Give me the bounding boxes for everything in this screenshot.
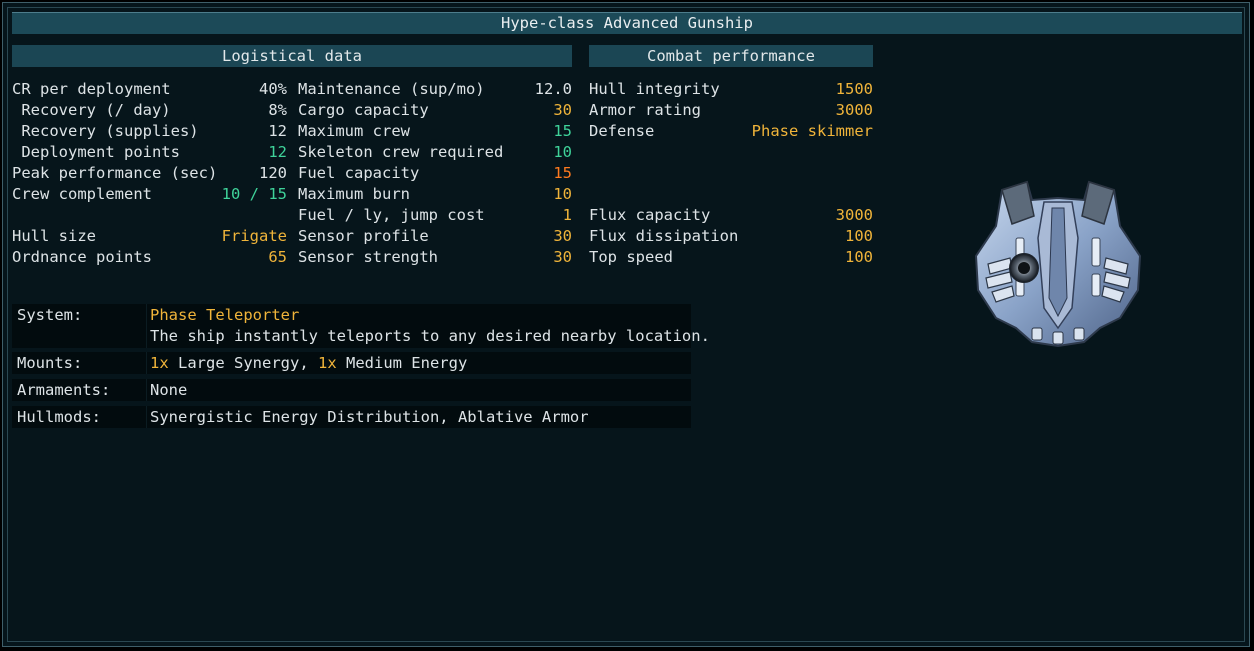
stat-hull-size: Hull size Frigate	[12, 226, 287, 247]
stat-label: Hull size	[12, 227, 96, 245]
stat-value: 10	[553, 185, 572, 203]
hullmods-info-row: Hullmods: Synergistic Energy Distributio…	[12, 406, 691, 428]
stat-value: 120	[259, 164, 287, 182]
stat-top-speed: Top speed 100	[589, 247, 873, 268]
stat-value: 100	[845, 248, 873, 266]
stat-deployment-points: Deployment points 12	[12, 142, 287, 163]
stat-fuel-capacity: Fuel capacity 15	[298, 163, 572, 184]
armaments-info-row: Armaments: None	[12, 379, 691, 401]
stat-ordnance-points: Ordnance points 65	[12, 247, 287, 268]
ship-sprite-image	[974, 180, 1142, 348]
stat-label: Deployment points	[12, 143, 180, 161]
stat-cargo-capacity: Cargo capacity 30	[298, 100, 572, 121]
stat-value: 1	[562, 206, 572, 224]
stat-label: Maintenance (sup/mo)	[298, 80, 485, 98]
logistical-data-header: Logistical data	[12, 45, 572, 67]
stat-label: Fuel / ly, jump cost	[298, 206, 485, 224]
stat-label: Sensor strength	[298, 248, 438, 266]
stat-value: 12	[268, 143, 287, 161]
mounts-info-row: Mounts: 1x Large Synergy, 1x Medium Ener…	[12, 352, 691, 374]
stat-value: 1500	[835, 80, 873, 98]
system-description: The ship instantly teleports to any desi…	[150, 327, 710, 345]
stat-value: 3000	[835, 206, 873, 224]
stat-armor-rating: Armor rating 3000	[589, 100, 873, 121]
stat-label: Recovery (/ day)	[12, 101, 171, 119]
stat-label: Flux dissipation	[589, 227, 739, 245]
stat-label: Sensor profile	[298, 227, 429, 245]
stat-label: Armor rating	[589, 101, 701, 119]
armaments-value: None	[150, 381, 188, 399]
stat-hull-integrity: Hull integrity 1500	[589, 79, 873, 100]
stat-sensor-profile: Sensor profile 30	[298, 226, 572, 247]
mounts-label: Mounts:	[17, 354, 83, 372]
stat-value: 15	[553, 122, 572, 140]
stat-cr-per-deployment: CR per deployment 40%	[12, 79, 287, 100]
hullmods-value: Synergistic Energy Distribution, Ablativ…	[150, 408, 589, 426]
stat-value: Frigate	[221, 227, 287, 245]
stat-crew-complement: Crew complement 10 / 15	[12, 184, 287, 205]
stat-value: 10 / 15	[221, 185, 287, 203]
stat-label: Peak performance (sec)	[12, 164, 218, 182]
system-name: Phase Teleporter	[150, 306, 300, 324]
mounts-value: 1x Large Synergy, 1x Medium Energy	[150, 354, 468, 372]
stat-value: 15	[553, 164, 572, 182]
stat-recovery-day: Recovery (/ day) 8%	[12, 100, 287, 121]
stat-maximum-burn: Maximum burn 10	[298, 184, 572, 205]
stat-label: Crew complement	[12, 185, 152, 203]
stat-value: 30	[553, 101, 572, 119]
stat-sensor-strength: Sensor strength 30	[298, 247, 572, 268]
stat-flux-capacity: Flux capacity 3000	[589, 205, 873, 226]
stat-label: CR per deployment	[12, 80, 171, 98]
stat-value: 12	[268, 122, 287, 140]
stat-label: Maximum burn	[298, 185, 410, 203]
stat-value: 100	[845, 227, 873, 245]
combat-performance-header: Combat performance	[589, 45, 873, 67]
stat-value: 40%	[259, 80, 287, 98]
hullmods-label: Hullmods:	[17, 408, 101, 426]
stat-value: 30	[553, 248, 572, 266]
stat-skeleton-crew: Skeleton crew required 10	[298, 142, 572, 163]
stat-label: Maximum crew	[298, 122, 410, 140]
stat-value: Phase skimmer	[751, 122, 873, 140]
system-label: System:	[17, 306, 83, 324]
stat-label: Flux capacity	[589, 206, 711, 224]
stat-value: 8%	[268, 101, 287, 119]
stat-label: Top speed	[589, 248, 673, 266]
system-info-row: System: Phase Teleporter The ship instan…	[12, 304, 710, 348]
stat-value: 10	[553, 143, 572, 161]
stat-label: Fuel capacity	[298, 164, 420, 182]
stat-flux-dissipation: Flux dissipation 100	[589, 226, 873, 247]
stat-value: 3000	[835, 101, 873, 119]
stat-fuel-per-ly: Fuel / ly, jump cost 1	[298, 205, 572, 226]
stat-maximum-crew: Maximum crew 15	[298, 121, 572, 142]
stat-maintenance: Maintenance (sup/mo) 12.0	[298, 79, 572, 100]
stat-label: Hull integrity	[589, 80, 720, 98]
ship-title: Hype-class Advanced Gunship	[12, 12, 1242, 34]
stat-value: 30	[553, 227, 572, 245]
stat-defense: Defense Phase skimmer	[589, 121, 873, 142]
stat-label: Cargo capacity	[298, 101, 429, 119]
stat-label: Skeleton crew required	[298, 143, 504, 161]
stat-recovery-supplies: Recovery (supplies) 12	[12, 121, 287, 142]
stat-value: 65	[268, 248, 287, 266]
armaments-label: Armaments:	[17, 381, 111, 399]
stat-peak-performance: Peak performance (sec) 120	[12, 163, 287, 184]
stat-value: 12.0	[534, 80, 572, 98]
stat-label: Ordnance points	[12, 248, 152, 266]
stat-label: Recovery (supplies)	[12, 122, 199, 140]
stat-label: Defense	[589, 122, 655, 140]
